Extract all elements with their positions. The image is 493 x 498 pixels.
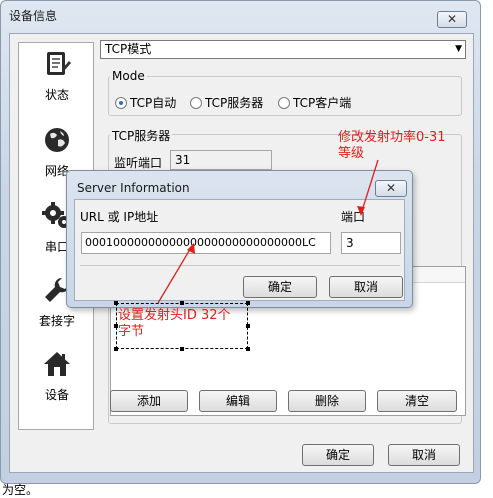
dialog-ok-button[interactable]: 确定: [243, 276, 317, 298]
url-label: URL 或 IP地址: [80, 210, 159, 224]
sidebar-item-label: 状态: [44, 88, 69, 102]
dialog-close-button[interactable]: ✕: [375, 180, 407, 197]
radio-tcp-client[interactable]: TCP客户端: [278, 94, 351, 111]
selection-handle: [246, 347, 250, 351]
clear-button[interactable]: 清空: [377, 390, 457, 412]
add-button[interactable]: 添加: [110, 390, 188, 412]
dialog-title: Server Information: [77, 181, 190, 195]
house-icon: [44, 352, 70, 376]
radio-unselected-icon: [278, 96, 290, 109]
annotation-power-line2: 等级: [338, 146, 365, 161]
window-title: 设备信息: [9, 9, 58, 23]
selection-handle: [246, 301, 250, 305]
listen-port-field[interactable]: 31: [170, 150, 272, 170]
divider: [80, 265, 400, 266]
port-label: 端口: [341, 210, 366, 224]
server-information-dialog: Server Information ✕ URL 或 IP地址 端口 00010…: [66, 170, 413, 308]
radio-tcp-server[interactable]: TCP服务器: [190, 94, 263, 111]
close-icon: ✕: [446, 12, 458, 26]
selection-handle: [246, 324, 250, 328]
bottom-text: 为空。: [2, 483, 39, 497]
delete-button[interactable]: 删除: [288, 390, 366, 412]
mode-select-value: TCP模式: [105, 42, 152, 56]
port-input[interactable]: 3: [341, 232, 401, 254]
edit-button[interactable]: 编辑: [199, 390, 277, 412]
status-document-icon: [47, 52, 71, 75]
globe-icon: [45, 128, 69, 152]
radio-tcp-auto[interactable]: TCP自动: [115, 94, 176, 111]
annotation-id-line2: 字节: [118, 324, 145, 339]
tcp-server-group-title: TCP服务器: [110, 127, 173, 144]
selection-handle: [180, 347, 184, 351]
sidebar-item-status[interactable]: 状态: [19, 49, 95, 103]
selection-handle: [114, 347, 118, 351]
url-input[interactable]: 0001000000000000000000000000000LC: [81, 232, 331, 254]
dialog-cancel-button[interactable]: 取消: [329, 276, 403, 298]
sidebar-item-device[interactable]: 设备: [19, 349, 95, 403]
close-icon: ✕: [385, 181, 397, 195]
radio-label: TCP客户端: [293, 96, 352, 110]
cancel-button[interactable]: 取消: [388, 444, 460, 466]
sidebar-item-label: 套接字: [38, 314, 75, 328]
dialog-client-area: URL 或 IP地址 端口 00010000000000000000000000…: [74, 199, 405, 301]
radio-label: TCP自动: [130, 96, 177, 110]
mode-group-title: Mode: [110, 69, 147, 83]
radio-unselected-icon: [190, 96, 202, 109]
radio-selected-icon: [115, 96, 127, 109]
ok-button[interactable]: 确定: [302, 444, 374, 466]
listen-port-label: 监听端口: [114, 156, 163, 170]
sidebar-item-label: 设备: [44, 388, 69, 402]
mode-select[interactable]: TCP模式 ▼: [100, 40, 466, 59]
radio-label: TCP服务器: [205, 96, 264, 110]
list-column-header: [411, 267, 465, 283]
window-close-button[interactable]: ✕: [437, 11, 467, 28]
chevron-down-icon: ▼: [455, 44, 462, 54]
